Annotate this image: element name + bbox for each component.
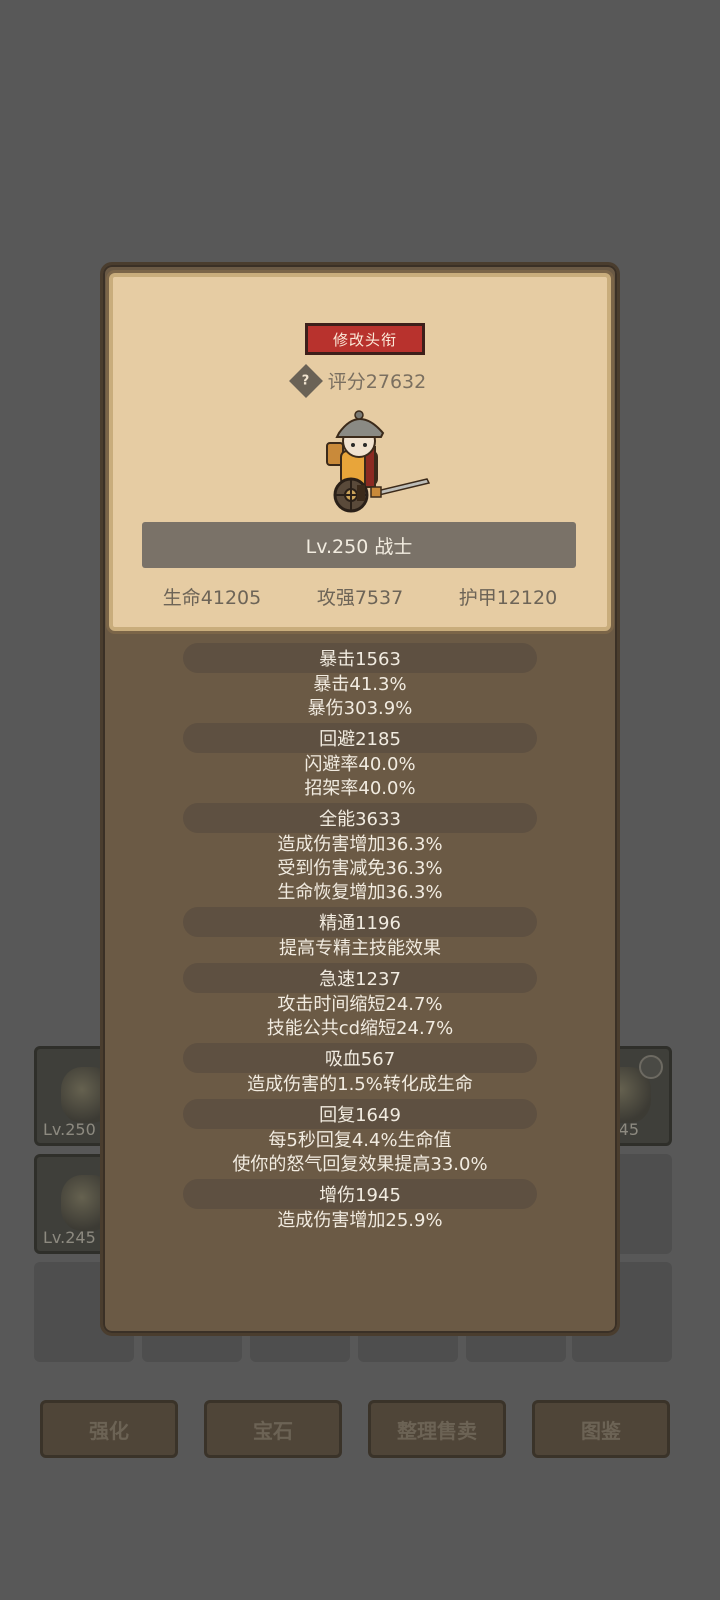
attribute-title: 急速1237	[183, 963, 537, 993]
attribute-line: 攻击时间缩短24.7%	[277, 994, 443, 1015]
attribute-group: 全能3633 造成伤害增加36.3% 受到伤害减免36.3% 生命恢复增加36.…	[103, 803, 617, 905]
attribute-line: 使你的怒气回复效果提高33.0%	[232, 1154, 488, 1175]
attribute-line: 造成伤害增加36.3%	[277, 834, 443, 855]
sort-sell-button[interactable]: 整理售卖	[368, 1400, 506, 1458]
slot-level: Lv.245	[43, 1228, 96, 1247]
attack-power-stat: 攻强7537	[316, 587, 404, 609]
score-row: ? 评分27632	[113, 363, 607, 398]
warrior-character-icon	[326, 410, 431, 513]
enhance-button[interactable]: 强化	[40, 1400, 178, 1458]
attribute-title: 精通1196	[183, 907, 537, 937]
attribute-group: 增伤1945 造成伤害增加25.9%	[103, 1179, 617, 1233]
attribute-group: 吸血567 造成伤害的1.5%转化成生命	[103, 1043, 617, 1097]
slot-level: Lv.250	[43, 1120, 96, 1139]
attribute-line: 造成伤害的1.5%转化成生命	[247, 1074, 473, 1095]
attribute-title: 暴击1563	[183, 643, 537, 673]
attribute-title: 回避2185	[183, 723, 537, 753]
attribute-group: 回复1649 每5秒回复4.4%生命值 使你的怒气回复效果提高33.0%	[103, 1099, 617, 1177]
score-text: 评分27632	[327, 371, 427, 393]
lock-icon	[639, 1055, 663, 1079]
codex-button[interactable]: 图鉴	[532, 1400, 670, 1458]
armor-stat: 护甲12120	[458, 587, 558, 609]
attribute-title: 吸血567	[183, 1043, 537, 1073]
attribute-group: 暴击1563 暴击41.3% 暴伤303.9%	[103, 643, 617, 721]
attribute-line: 招架率40.0%	[304, 778, 416, 799]
gem-button[interactable]: 宝石	[204, 1400, 342, 1458]
hp-stat: 生命41205	[162, 587, 262, 609]
help-icon[interactable]: ?	[288, 363, 323, 398]
character-detail-modal: 修改头衔 ? 评分27632 Lv.250 战士 生命41205 攻强7537 …	[100, 262, 620, 1336]
attribute-title: 全能3633	[183, 803, 537, 833]
level-class-bar: Lv.250 战士	[142, 522, 576, 568]
attribute-line: 闪避率40.0%	[304, 754, 416, 775]
attribute-line: 每5秒回复4.4%生命值	[268, 1130, 452, 1151]
attribute-group: 精通1196 提高专精主技能效果	[103, 907, 617, 961]
attribute-group: 急速1237 攻击时间缩短24.7% 技能公共cd缩短24.7%	[103, 963, 617, 1041]
character-header-card: 修改头衔 ? 评分27632 Lv.250 战士 生命41205 攻强7537 …	[109, 273, 611, 631]
attribute-title: 增伤1945	[183, 1179, 537, 1209]
attribute-line: 暴伤303.9%	[307, 698, 413, 719]
attribute-line: 提高专精主技能效果	[279, 938, 441, 959]
attribute-list: 暴击1563 暴击41.3% 暴伤303.9% 回避2185 闪避率40.0% …	[103, 643, 617, 1233]
attribute-title: 回复1649	[183, 1099, 537, 1129]
attribute-line: 暴击41.3%	[313, 674, 407, 695]
attribute-line: 造成伤害增加25.9%	[277, 1210, 443, 1231]
attribute-line: 生命恢复增加36.3%	[277, 882, 443, 903]
attribute-line: 技能公共cd缩短24.7%	[266, 1018, 454, 1039]
attribute-group: 回避2185 闪避率40.0% 招架率40.0%	[103, 723, 617, 801]
base-stats-row: 生命41205 攻强7537 护甲12120	[113, 583, 607, 610]
attribute-line: 受到伤害减免36.3%	[277, 858, 443, 879]
edit-title-button[interactable]: 修改头衔	[305, 323, 425, 355]
